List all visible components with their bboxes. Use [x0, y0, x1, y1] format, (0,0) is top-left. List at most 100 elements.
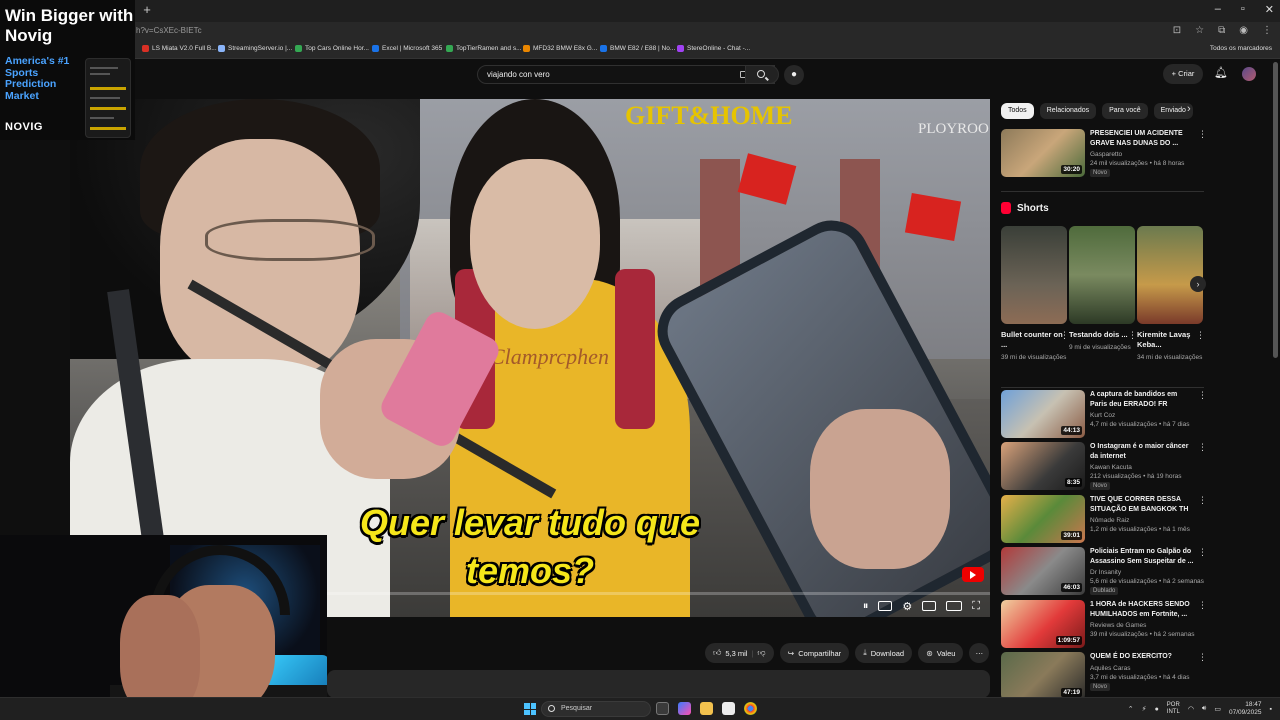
- download-button[interactable]: ⤓ Download: [855, 643, 913, 663]
- extensions-icon[interactable]: ⧉: [1218, 25, 1225, 36]
- video-title[interactable]: A captura de bandidos em Paris deu ERRAD…: [1090, 390, 1194, 409]
- avatar[interactable]: [1242, 67, 1256, 81]
- thumbs-down-icon[interactable]: 👎︎: [757, 648, 765, 658]
- all-bookmarks[interactable]: Todos os marcadores: [1210, 45, 1272, 52]
- channel-name[interactable]: Dr Insanity: [1090, 569, 1121, 576]
- volume-icon[interactable]: 🔊︎: [1202, 705, 1206, 713]
- video-thumbnail[interactable]: 46:03: [1001, 547, 1085, 595]
- fullscreen-icon[interactable]: ⛶: [972, 600, 980, 613]
- video-title[interactable]: 1 HORA de HACKERS SENDO HUMILHADOS em Fo…: [1090, 600, 1194, 619]
- kebab-menu-icon[interactable]: ⋮: [1198, 652, 1207, 663]
- video-thumbnail[interactable]: 8:35: [1001, 442, 1085, 490]
- short-item[interactable]: Kiremite Lavaş Keba... 34 mi de visualiz…: [1137, 226, 1205, 362]
- notifications-icon[interactable]: 🔔︎: [1214, 66, 1228, 79]
- maximize-icon[interactable]: ▫: [1241, 3, 1245, 16]
- chevron-right-icon[interactable]: ›: [1187, 103, 1191, 115]
- recommended-video[interactable]: 1:09:57 1 HORA de HACKERS SENDO HUMILHAD…: [1001, 600, 1207, 650]
- channel-name[interactable]: Reviews de Games: [1090, 622, 1146, 629]
- create-button[interactable]: + Criar: [1163, 64, 1203, 84]
- shorts-next-icon[interactable]: ›: [1190, 276, 1206, 292]
- network-icon[interactable]: ⚡︎: [1142, 705, 1147, 713]
- short-title[interactable]: Kiremite Lavaş Keba...: [1137, 330, 1203, 350]
- like-button[interactable]: 👍︎ 5,3 mil | 👎︎: [705, 643, 774, 663]
- kebab-menu-icon[interactable]: ⋮: [1198, 600, 1207, 611]
- short-item[interactable]: Testando dois ... 9 mi de visualizações …: [1069, 226, 1137, 352]
- recommended-video[interactable]: 8:35 O Instagram é o maior câncer da int…: [1001, 442, 1207, 492]
- settings-icon[interactable]: ⚙︎: [902, 600, 912, 613]
- file-explorer-icon[interactable]: [700, 702, 713, 715]
- kebab-menu-icon[interactable]: ⋮: [1198, 442, 1207, 453]
- store-icon[interactable]: [722, 702, 735, 715]
- search-query[interactable]: viajando con vero: [487, 70, 550, 79]
- kebab-menu-icon[interactable]: ⋮: [1128, 330, 1137, 341]
- video-thumbnail[interactable]: 30:20: [1001, 129, 1085, 177]
- short-thumbnail[interactable]: [1001, 226, 1067, 324]
- chip-all[interactable]: Todos: [1001, 103, 1034, 119]
- windows-start-icon[interactable]: [524, 703, 536, 715]
- recommended-video[interactable]: 39:01 TIVE QUE CORRER DESSA SITUAÇÃO EM …: [1001, 495, 1207, 545]
- kebab-menu-icon[interactable]: ⋮: [1198, 129, 1207, 140]
- chip-related[interactable]: Relacionados: [1039, 103, 1097, 119]
- recommended-video[interactable]: 30:20 PRESENCIEI UM ACIDENTE GRAVE NAS D…: [1001, 129, 1207, 179]
- bookmark-item[interactable]: MFD32 BMW E8x G...: [523, 45, 597, 52]
- kebab-menu-icon[interactable]: ⋮: [1198, 390, 1207, 401]
- notification-center-icon[interactable]: ▪: [1270, 706, 1272, 713]
- video-thumbnail[interactable]: 1:09:57: [1001, 600, 1085, 648]
- video-title[interactable]: Policiais Entram no Galpão do Assassino …: [1090, 547, 1194, 566]
- more-actions-button[interactable]: ⋯: [969, 643, 989, 663]
- url-text[interactable]: h?v=CsXEc-BIETc: [136, 26, 202, 35]
- kebab-menu-icon[interactable]: ⋮: [1196, 330, 1205, 341]
- description-box[interactable]: [327, 670, 990, 698]
- kebab-menu-icon[interactable]: ⋮: [1198, 547, 1207, 558]
- recommended-video[interactable]: 46:03 Policiais Entram no Galpão do Assa…: [1001, 547, 1207, 597]
- battery-icon[interactable]: ▭: [1214, 705, 1221, 713]
- video-thumbnail[interactable]: 47:19: [1001, 652, 1085, 700]
- page-scrollbar[interactable]: [1273, 62, 1278, 358]
- channel-name[interactable]: Nômade Raiz: [1090, 517, 1129, 524]
- taskbar-search[interactable]: Pesquisar: [541, 701, 651, 717]
- mic-icon[interactable]: ●: [1155, 706, 1159, 713]
- share-button[interactable]: ↪ Compartilhar: [779, 643, 850, 663]
- short-thumbnail[interactable]: [1069, 226, 1135, 324]
- theater-mode-icon[interactable]: [946, 601, 963, 611]
- minimize-icon[interactable]: –: [1215, 3, 1221, 16]
- address-bar[interactable]: h?v=CsXEc-BIETc ⊡ ☆ ⧉ ◉ ⋮: [0, 22, 1280, 42]
- bookmark-item[interactable]: StreamingServer.io |...: [218, 45, 292, 52]
- video-title[interactable]: TIVE QUE CORRER DESSA SITUAÇÃO EM BANGKO…: [1090, 495, 1194, 514]
- wifi-icon[interactable]: ◠: [1188, 705, 1194, 713]
- voice-search-button[interactable]: ●: [784, 65, 804, 85]
- channel-name[interactable]: Kawan Kacuta: [1090, 464, 1132, 471]
- video-title[interactable]: O Instagram é o maior câncer da internet: [1090, 442, 1194, 461]
- channel-name[interactable]: Aquiles Caras: [1090, 665, 1130, 672]
- short-title[interactable]: Testando dois ...: [1069, 330, 1135, 340]
- language-indicator[interactable]: POR INTL: [1167, 702, 1180, 716]
- recommended-video[interactable]: 47:19 QUEM É DO EXERCITO? Aquiles Caras …: [1001, 652, 1207, 702]
- clock[interactable]: 18:47 07/09/2025: [1229, 701, 1262, 717]
- chip-for-you[interactable]: Para você: [1102, 103, 1148, 119]
- channel-name[interactable]: Gasparetto: [1090, 151, 1122, 158]
- bookmark-item[interactable]: TopTierRamen and s...: [446, 45, 522, 52]
- subtitles-icon[interactable]: [878, 601, 893, 611]
- video-title[interactable]: PRESENCIEI UM ACIDENTE GRAVE NAS DUNAS D…: [1090, 129, 1194, 148]
- profile-icon[interactable]: ◉: [1239, 25, 1248, 36]
- search-input[interactable]: viajando con vero ✕: [477, 65, 775, 84]
- novig-ad[interactable]: Win Bigger with Novig America's #1 Sport…: [0, 0, 135, 140]
- search-button[interactable]: [745, 65, 779, 84]
- short-thumbnail[interactable]: [1137, 226, 1203, 324]
- chevron-up-icon[interactable]: ⌃: [1128, 705, 1134, 713]
- recommended-video[interactable]: 44:13 A captura de bandidos em Paris deu…: [1001, 390, 1207, 440]
- channel-name[interactable]: Kurt Coz: [1090, 412, 1115, 419]
- miniplayer-icon[interactable]: [922, 601, 937, 611]
- video-thumbnail[interactable]: 39:01: [1001, 495, 1085, 543]
- bookmark-item[interactable]: LS Miata V2.0 Full B...: [142, 45, 217, 52]
- new-tab-button[interactable]: +: [140, 3, 154, 17]
- bookmark-item[interactable]: BMW E82 / E88 | No...: [600, 45, 675, 52]
- autoplay-toggle-icon[interactable]: ⏸︎: [863, 600, 869, 613]
- thanks-button[interactable]: ⊛ Valeu: [918, 643, 964, 663]
- kebab-menu-icon[interactable]: ⋮: [1060, 330, 1069, 341]
- copilot-icon[interactable]: [678, 702, 691, 715]
- install-icon[interactable]: ⊡: [1173, 25, 1181, 36]
- chrome-icon[interactable]: [744, 702, 757, 715]
- video-title[interactable]: QUEM É DO EXERCITO?: [1090, 652, 1194, 662]
- short-item[interactable]: Bullet counter on ... 39 mi de visualiza…: [1001, 226, 1069, 362]
